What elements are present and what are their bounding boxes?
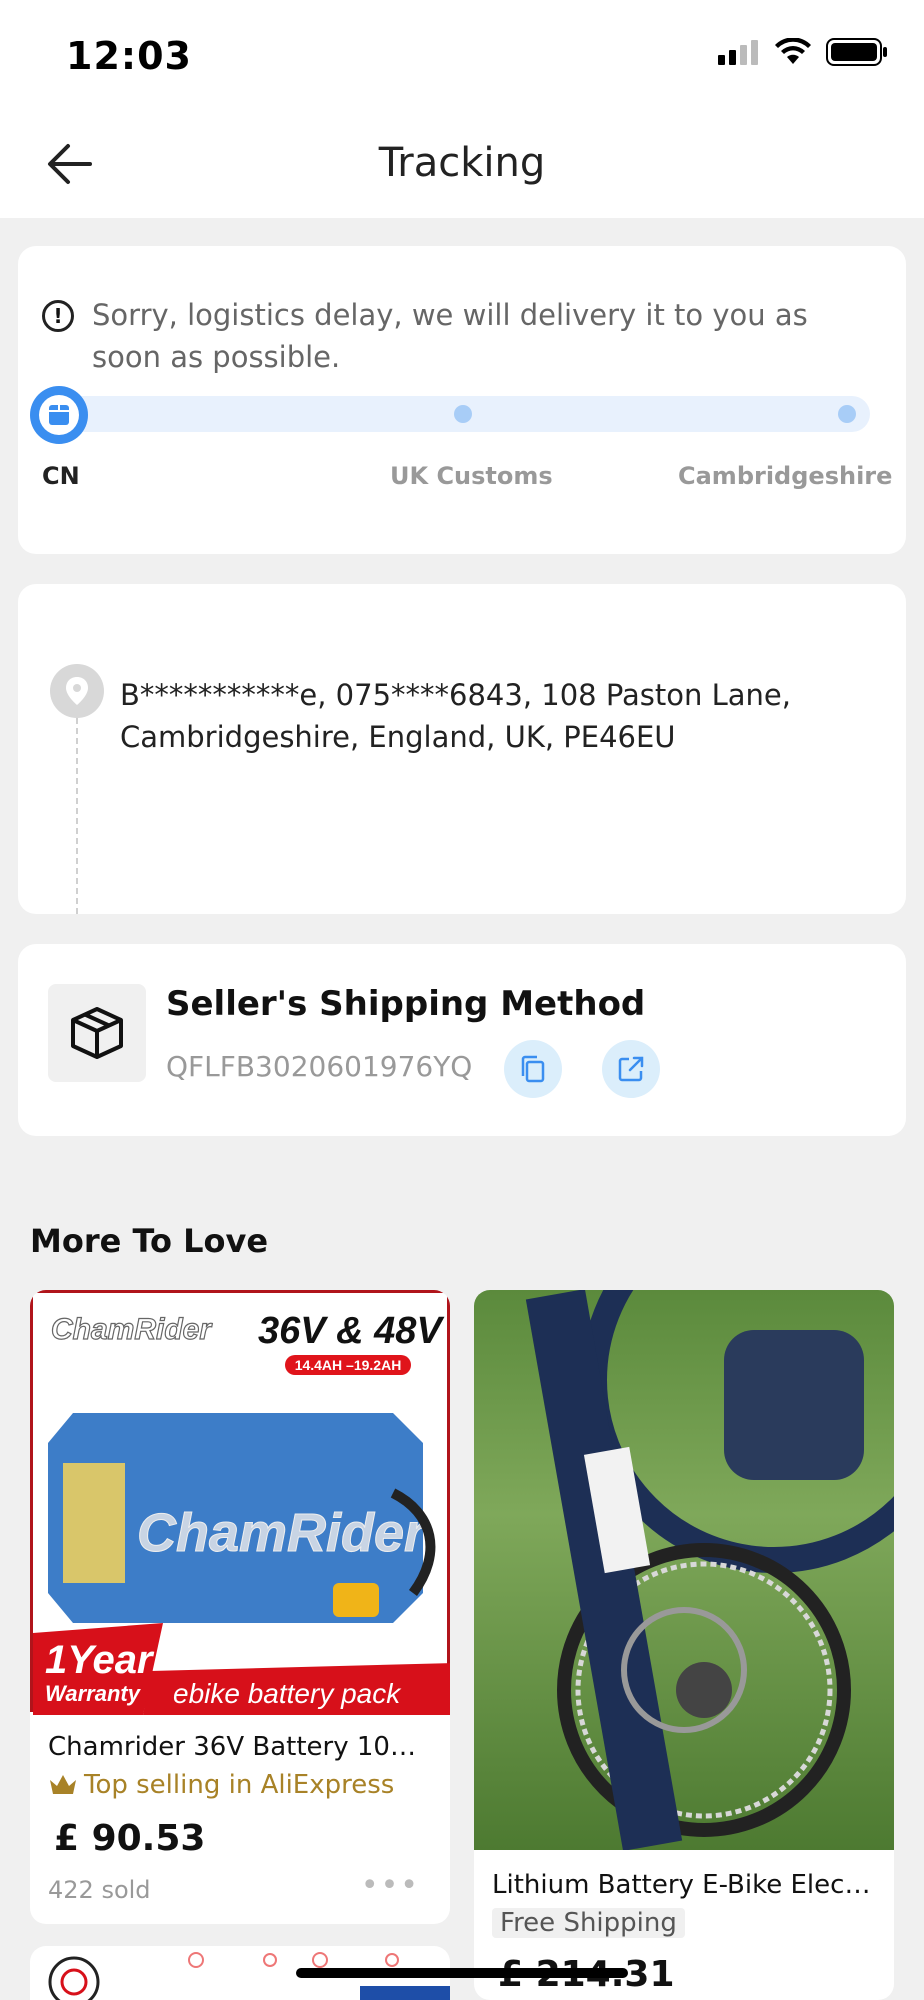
- free-shipping-tag: Free Shipping: [492, 1908, 685, 1938]
- svg-text:14.4AH –19.2AH: 14.4AH –19.2AH: [295, 1357, 402, 1373]
- step-label-uk-customs: UK Customs: [390, 462, 553, 490]
- battery-icon: [826, 38, 887, 66]
- shipping-method-title: Seller's Shipping Method: [166, 984, 646, 1024]
- svg-text:Warranty: Warranty: [45, 1681, 142, 1706]
- home-indicator: [296, 1968, 628, 1978]
- copy-icon: [521, 1055, 545, 1083]
- page-title: Tracking: [378, 140, 546, 186]
- status-icons: [716, 38, 888, 66]
- top-selling-badge: Top selling in AliExpress: [48, 1770, 394, 1800]
- open-link-button[interactable]: [602, 1040, 660, 1098]
- box-icon: [48, 984, 146, 1082]
- location-pin-icon: [50, 664, 104, 718]
- delay-notice: ! Sorry, logistics delay, we will delive…: [42, 294, 882, 378]
- product-price: £ 90.53: [54, 1818, 206, 1859]
- step-label-cambridgeshire: Cambridgeshire: [678, 462, 893, 490]
- product-image: ChamRider 36V & 48V 14.4AH –19.2AH ChamR…: [30, 1290, 450, 1715]
- product-sold-count: 422 sold: [48, 1876, 151, 1904]
- svg-text:1Year: 1Year: [45, 1638, 155, 1682]
- delivery-address-card: B***********e, 075****6843, 108 Paston L…: [18, 584, 906, 914]
- nav-bar: Tracking: [0, 110, 924, 218]
- delivery-address: B***********e, 075****6843, 108 Paston L…: [120, 678, 791, 754]
- tracking-number: QFLFB3020601976YQ: [166, 1050, 473, 1083]
- current-step-marker: [30, 386, 88, 444]
- product-card[interactable]: Lithium Battery E-Bike Electr... Free Sh…: [474, 1290, 894, 2000]
- step-label-cn: CN: [42, 462, 80, 490]
- svg-text:ChamRider: ChamRider: [51, 1313, 213, 1346]
- svg-text:ebike battery pack: ebike battery pack: [173, 1678, 402, 1709]
- product-name: Chamrider 36V Battery 10A...: [48, 1732, 432, 1762]
- product-card[interactable]: ChamRider 36V & 48V 14.4AH –19.2AH ChamR…: [30, 1290, 450, 1924]
- more-to-love-title: More To Love: [30, 1222, 269, 1260]
- delay-notice-text: Sorry, logistics delay, we will delivery…: [92, 298, 808, 374]
- wifi-icon: [775, 38, 811, 64]
- more-options-icon[interactable]: •••: [361, 1868, 420, 1903]
- shipping-method-card: Seller's Shipping Method QFLFB3020601976…: [18, 944, 906, 1136]
- product-name: Lithium Battery E-Bike Electr...: [492, 1870, 876, 1900]
- step-dot-cambridgeshire: [838, 405, 856, 423]
- status-bar: 12:03: [0, 0, 924, 110]
- external-link-icon: [618, 1056, 644, 1082]
- tracking-progress-card: ! Sorry, logistics delay, we will delive…: [18, 246, 906, 554]
- status-time: 12:03: [66, 34, 192, 78]
- timeline-line: [76, 718, 78, 914]
- copy-button[interactable]: [504, 1040, 562, 1098]
- signal-icon: [718, 40, 758, 65]
- top-selling-label: Top selling in AliExpress: [84, 1770, 395, 1800]
- svg-text:36V & 48V: 36V & 48V: [258, 1310, 444, 1352]
- svg-text:ChamRider: ChamRider: [137, 1503, 428, 1563]
- product-image: [474, 1290, 894, 1851]
- package-icon: [49, 405, 69, 425]
- alert-icon: !: [42, 300, 74, 332]
- step-dot-uk-customs: [454, 405, 472, 423]
- crown-icon: [50, 1775, 76, 1794]
